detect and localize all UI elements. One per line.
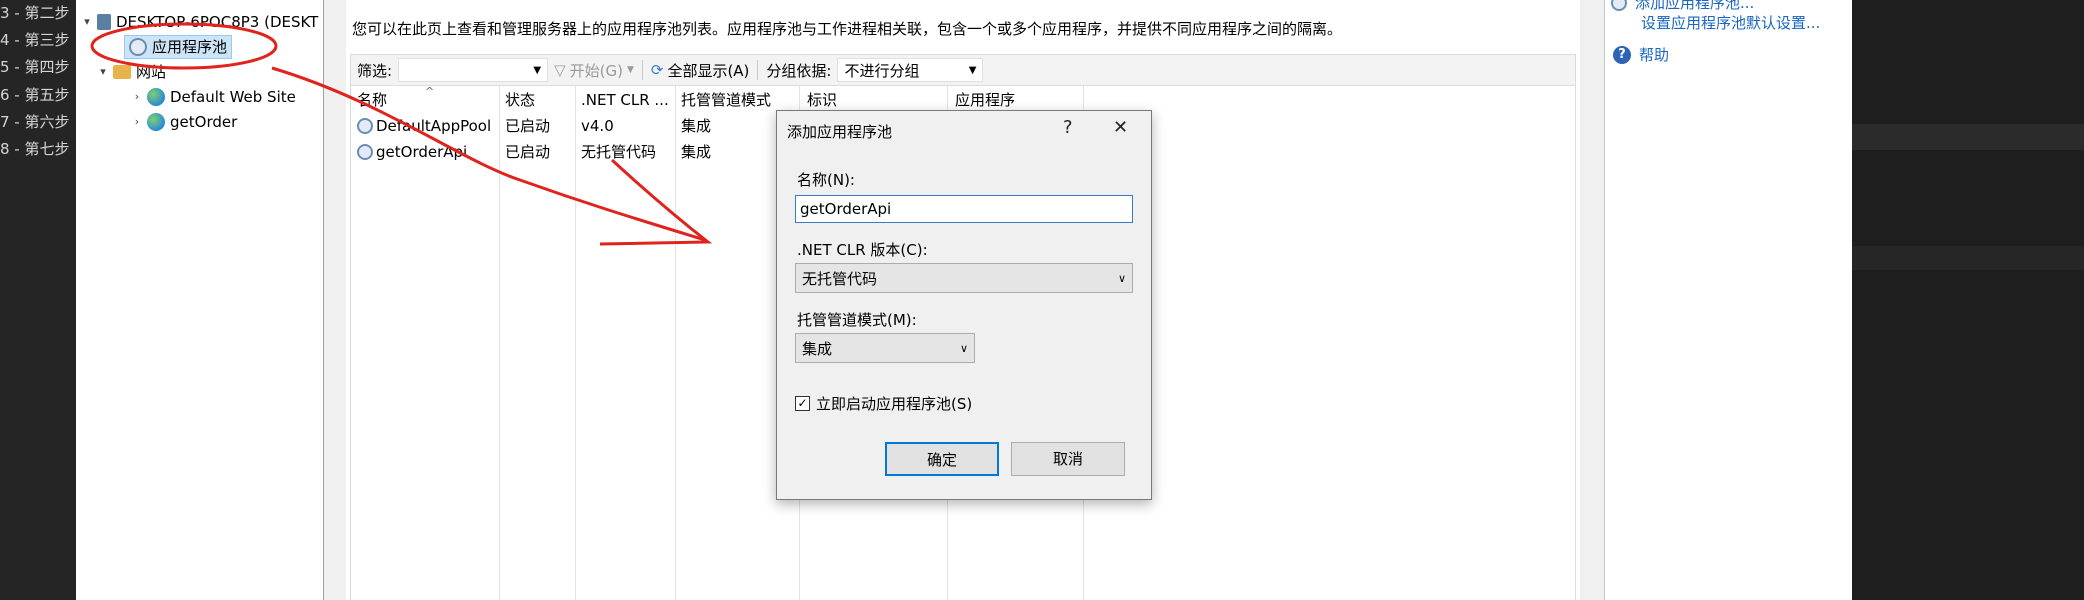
column-divider (675, 86, 676, 600)
set-pool-defaults-link[interactable]: 设置应用程序池默认设置... (1641, 12, 1820, 33)
step-item[interactable]: 8 - 第七步 (0, 138, 76, 160)
name-label: 名称(N): (797, 171, 855, 189)
checkmark-icon[interactable]: ✓ (795, 396, 810, 411)
filter-toolbar: 筛选: ▼ ▽ 开始(G) ▼ ⟳ 全部显示(A) 分组依据: 不进行分组 ▼ (350, 54, 1576, 86)
column-header-applications[interactable]: 应用程序 (955, 88, 1081, 112)
globe-icon (147, 113, 165, 131)
select-value: 无托管代码 (802, 269, 878, 288)
help-link[interactable]: ? 帮助 (1613, 44, 1669, 65)
cell-text: DefaultAppPool (376, 117, 492, 135)
group-by-select[interactable]: 不进行分组 ▼ (837, 58, 984, 82)
sort-arrow-icon: ^ (425, 85, 435, 98)
step-item[interactable]: 6 - 第五步 (0, 84, 76, 106)
tree-node-app-pools[interactable]: 应用程序池 (124, 35, 233, 59)
show-all-button[interactable]: ⟳ 全部显示(A) (645, 60, 756, 81)
chevron-right-icon[interactable]: › (132, 85, 142, 109)
column-divider (499, 86, 500, 600)
table-row-name[interactable]: DefaultAppPool (357, 114, 491, 138)
tree-node-sites[interactable]: ▾ 网站 (98, 60, 166, 84)
help-icon[interactable]: ? (1063, 117, 1073, 138)
cancel-button[interactable]: 取消 (1011, 442, 1125, 476)
filter-input[interactable]: ▼ (398, 58, 549, 82)
background-window (1852, 0, 2084, 600)
tree-node-label: Default Web Site (170, 88, 296, 106)
table-cell: 集成 (681, 143, 712, 161)
table-cell: 已启动 (505, 117, 551, 135)
chevron-right-icon[interactable]: › (132, 110, 142, 134)
clr-version-label: .NET CLR 版本(C): (797, 241, 928, 259)
help-icon: ? (1613, 45, 1631, 64)
sites-folder-icon (113, 65, 131, 79)
chevron-down-icon: ∨ (1117, 271, 1126, 285)
chevron-down-icon: ▼ (533, 64, 542, 76)
start-immediately-checkbox[interactable]: ✓ 立即启动应用程序池(S) (795, 393, 972, 414)
column-header-identity[interactable]: 标识 (807, 88, 943, 112)
checkbox-label: 立即启动应用程序池(S) (816, 395, 973, 413)
table-row-name[interactable]: getOrderApi (357, 140, 467, 164)
tree-node-label: 网站 (136, 63, 167, 81)
tree-node-site[interactable]: › getOrder (132, 110, 237, 134)
table-cell: v4.0 (581, 117, 614, 135)
toolbar-separator (757, 60, 759, 80)
tree-node-label: getOrder (170, 113, 238, 131)
funnel-icon: ▽ (554, 61, 566, 79)
start-filter-button[interactable]: ▽ 开始(G) ▼ (548, 60, 640, 81)
left-step-list: 3 - 第二步 4 - 第三步 5 - 第四步 6 - 第五步 7 - 第六步 … (0, 0, 76, 600)
chevron-down-icon: ▼ (626, 65, 634, 75)
cell-text: getOrderApi (376, 143, 468, 161)
step-item[interactable]: 3 - 第二步 (0, 2, 76, 24)
refresh-icon: ⟳ (650, 61, 664, 79)
tree-node-label: DESKTOP-6POC8P3 (DESKT (116, 13, 319, 31)
close-icon[interactable]: ✕ (1113, 117, 1128, 138)
group-by-value: 不进行分组 (844, 61, 920, 80)
pipeline-mode-label: 托管管道模式(M): (797, 311, 917, 329)
chevron-down-icon[interactable]: ▾ (98, 60, 108, 84)
column-header-clr[interactable]: .NET CLR ... (581, 88, 671, 112)
table-cell: 集成 (681, 117, 712, 135)
background-band (1852, 124, 2084, 150)
actions-panel: 添加应用程序池... 设置应用程序池默认设置... ? 帮助 (1604, 0, 1852, 600)
panel-gap (324, 0, 346, 600)
panel-gap (1580, 0, 1604, 600)
background-band (1852, 246, 2084, 270)
connections-tree: ▾ DESKTOP-6POC8P3 (DESKT 应用程序池 ▾ 网站 › De… (76, 0, 324, 600)
chevron-down-icon[interactable]: ▾ (82, 10, 92, 34)
app-pool-icon (357, 144, 373, 160)
group-by-label: 分组依据: (766, 61, 832, 80)
globe-icon (147, 88, 165, 106)
column-header-status[interactable]: 状态 (505, 88, 571, 112)
page-description: 您可以在此页上查看和管理服务器上的应用程序池列表。应用程序池与工作进程相关联，包… (352, 20, 1343, 38)
clr-version-select[interactable]: 无托管代码 ∨ (795, 263, 1133, 293)
show-all-label: 全部显示(A) (667, 61, 750, 80)
tree-node-site[interactable]: › Default Web Site (132, 85, 296, 109)
link-label: 帮助 (1639, 46, 1670, 64)
column-divider (575, 86, 576, 600)
column-header-pipeline[interactable]: 托管管道模式 (681, 88, 797, 112)
toolbar-separator (641, 60, 643, 80)
server-icon (97, 14, 111, 30)
filter-label: 筛选: (357, 61, 393, 80)
app-pool-icon (1611, 0, 1627, 11)
table-cell: 已启动 (505, 143, 551, 161)
table-cell: 无托管代码 (581, 143, 657, 161)
step-item[interactable]: 4 - 第三步 (0, 29, 76, 51)
step-item[interactable]: 7 - 第六步 (0, 111, 76, 133)
step-item[interactable]: 5 - 第四步 (0, 56, 76, 78)
app-pool-icon (357, 118, 373, 134)
select-value: 集成 (802, 339, 833, 358)
app-pool-icon (129, 38, 147, 56)
start-filter-label: 开始(G) (569, 61, 623, 80)
pipeline-mode-select[interactable]: 集成 ∨ (795, 333, 975, 363)
chevron-down-icon: ▼ (968, 64, 977, 76)
dialog-title: 添加应用程序池 (787, 123, 893, 141)
tree-node-server[interactable]: ▾ DESKTOP-6POC8P3 (DESKT (82, 10, 318, 34)
pool-name-input[interactable] (795, 195, 1133, 223)
chevron-down-icon: ∨ (959, 341, 968, 355)
tree-node-label: 应用程序池 (152, 38, 228, 56)
ok-button[interactable]: 确定 (885, 442, 999, 476)
add-app-pool-dialog: 添加应用程序池 ? ✕ 名称(N): .NET CLR 版本(C): 无托管代码… (776, 110, 1152, 500)
